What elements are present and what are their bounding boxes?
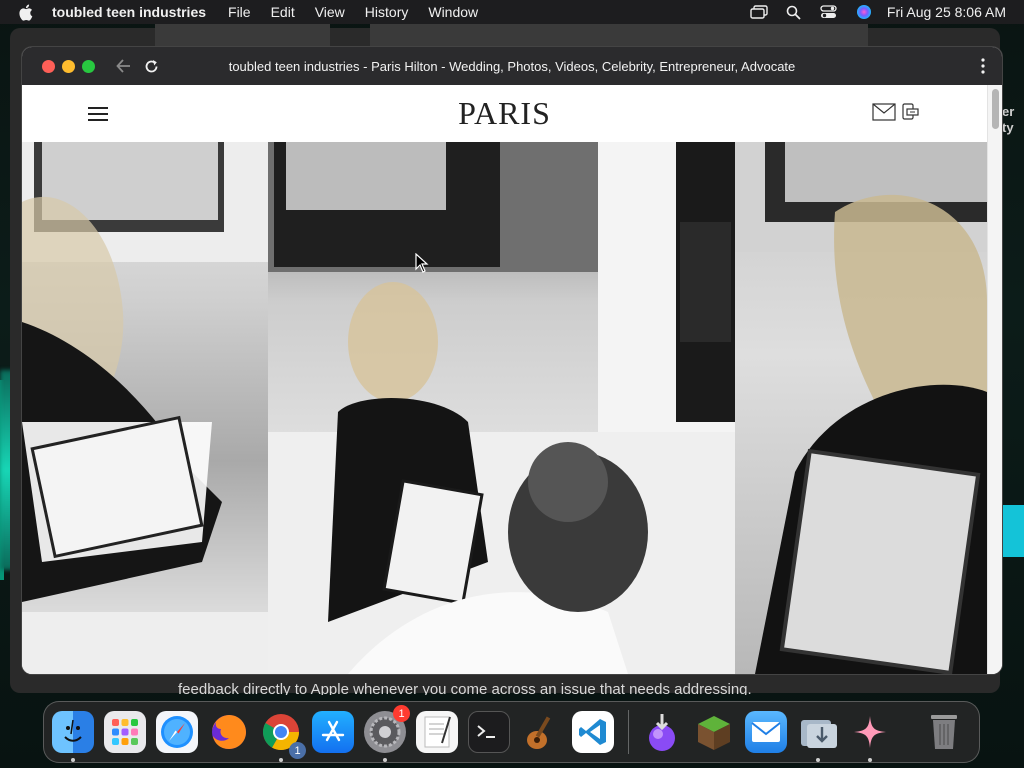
safari-icon[interactable] (156, 711, 198, 753)
site-header: PARIS (22, 85, 987, 142)
browser-window-title: toubled teen industries - Paris Hilton -… (228, 58, 796, 74)
trash-icon[interactable] (923, 711, 965, 753)
menu-file[interactable]: File (228, 4, 251, 20)
hero-photo-left (22, 142, 268, 674)
browser-title-bar[interactable]: toubled teen industries - Paris Hilton -… (22, 47, 1002, 85)
reload-icon[interactable] (142, 57, 160, 75)
vscode-icon[interactable] (572, 711, 614, 753)
close-window-button[interactable] (42, 59, 55, 73)
fullscreen-window-button[interactable] (82, 59, 95, 73)
chrome-icon[interactable]: 1 (260, 711, 306, 762)
mail-app-icon[interactable] (745, 711, 787, 753)
siri-icon[interactable] (855, 3, 873, 21)
hero-photo-right (735, 142, 987, 674)
textedit-icon[interactable] (416, 711, 458, 753)
screen-mirroring-icon[interactable] (750, 3, 768, 21)
hero-photo-center (268, 142, 735, 674)
app-store-icon[interactable] (312, 711, 354, 753)
menu-edit[interactable]: Edit (271, 4, 295, 20)
menu-window[interactable]: Window (428, 4, 478, 20)
background-window-strip (155, 24, 330, 46)
mail-icon[interactable] (872, 103, 896, 121)
chrome-badge: 1 (289, 742, 306, 759)
page-scrollbar[interactable] (987, 85, 1002, 674)
system-settings-icon[interactable]: 1 (364, 705, 410, 762)
browser-window: toubled teen industries - Paris Hilton -… (22, 47, 1002, 674)
firefox-icon[interactable] (208, 711, 250, 753)
shopping-cart-icon[interactable] (900, 103, 920, 121)
installer-icon[interactable] (641, 711, 683, 753)
menu-history[interactable]: History (365, 4, 409, 20)
finder-icon[interactable] (52, 711, 94, 762)
menu-app-name[interactable]: toubled teen industries (52, 4, 206, 20)
sparkle-icon[interactable] (849, 711, 891, 762)
search-icon[interactable] (785, 3, 803, 21)
control-center-icon[interactable] (820, 3, 838, 21)
scrollbar-thumb[interactable] (992, 89, 999, 129)
system-settings-badge: 1 (393, 705, 410, 722)
menu-view[interactable]: View (315, 4, 345, 20)
site-logo[interactable]: PARIS (22, 95, 987, 132)
back-arrow-icon[interactable] (114, 57, 132, 75)
minecraft-icon[interactable] (693, 711, 735, 753)
wallpaper-glow-right (1002, 505, 1024, 557)
menu-bar: toubled teen industries File Edit View H… (0, 0, 1024, 24)
web-page: PARIS (22, 85, 1002, 674)
minimize-window-button[interactable] (62, 59, 75, 73)
hero-photo-collage (22, 142, 987, 674)
downloads-folder-icon[interactable] (797, 711, 839, 762)
dock-separator (628, 710, 629, 754)
launchpad-icon[interactable] (104, 711, 146, 753)
mouse-cursor-icon (415, 252, 429, 273)
menu-clock[interactable]: Fri Aug 25 8:06 AM (887, 4, 1006, 20)
terminal-icon[interactable] (468, 711, 510, 753)
background-window-side-text: er ty (1002, 104, 1015, 135)
more-options-icon[interactable] (976, 57, 990, 75)
instruments-icon[interactable] (520, 711, 562, 753)
apple-icon[interactable] (18, 4, 40, 21)
background-window-strip (370, 24, 868, 46)
background-window-text: feedback directly to Apple whenever you … (178, 681, 752, 695)
dock: 1 1 (43, 701, 980, 763)
